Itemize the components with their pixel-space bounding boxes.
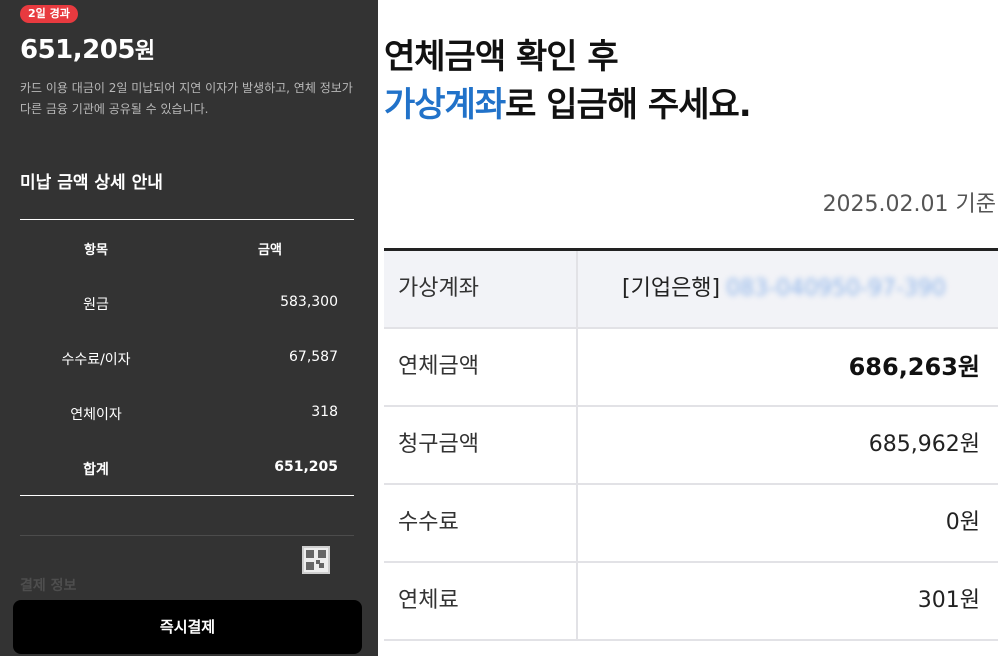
table-row: 청구금액 685,962원 [384,407,998,485]
fee-value: 0원 [945,510,980,535]
row-value-total: 651,205 [274,459,338,475]
table-top-divider [20,219,354,220]
virtual-account-panel: 연체금액 확인 후 가상계좌로 입금해 주세요. 2025.02.01 기준 가… [378,0,1000,656]
overdue-days-badge: 2일 경과 [20,5,78,23]
payment-info-label: 결제 정보 [20,578,77,594]
late-fee-label: 연체료 [384,563,578,639]
row-label-total: 합계 [83,462,109,478]
bank-name: [기업은행] [622,276,721,301]
title-highlight: 가상계좌 [384,85,506,125]
unpaid-amount-number: 651,205 [20,35,135,65]
virtual-account-value[interactable]: [기업은행] 083-040950-97-390 [622,251,946,327]
title-line2: 로 입금해 주세요. [505,85,752,125]
overdue-description: 카드 이용 대금이 2일 미납되어 지연 이자가 발생하고, 연체 정보가 다른… [20,81,353,116]
unpaid-amount-unit: 원 [134,39,155,64]
table-row: 연체료 301원 [384,563,998,641]
billed-amount-value: 685,962원 [868,432,980,457]
pay-now-button[interactable]: 즉시결제 [13,600,362,654]
overdue-amount-label: 연체금액 [384,329,578,405]
page-title: 연체금액 확인 후 가상계좌로 입금해 주세요. [384,33,752,129]
fee-label: 수수료 [384,485,578,561]
row-value-principal: 583,300 [280,294,338,310]
unpaid-amount: 651,205원 [20,33,155,65]
overdue-amount-value: 686,263원 [848,353,980,381]
table-row: 가상계좌 [기업은행] 083-040950-97-390 [384,251,998,329]
account-number: 083-040950-97-390 [726,276,946,301]
header-item: 항목 [84,243,108,258]
billed-amount-label: 청구금액 [384,407,578,483]
row-label-late-interest: 연체이자 [70,407,122,423]
title-line1: 연체금액 확인 후 [384,37,619,77]
header-amount: 금액 [258,243,282,258]
late-fee-value: 301원 [917,588,980,613]
table-row: 수수료 0원 [384,485,998,563]
table-bottom-divider [20,495,354,496]
payment-notice-panel: 2일 경과 651,205원 카드 이용 대금이 2일 미납되어 지연 이자가 … [0,0,378,656]
row-label-fee-interest: 수수료/이자 [61,352,131,368]
row-value-late-interest: 318 [311,404,338,420]
account-info-table: 가상계좌 [기업은행] 083-040950-97-390 연체금액 686,26… [384,248,998,641]
section-title: 미납 금액 상세 안내 [20,173,163,193]
table-row: 연체금액 686,263원 [384,329,998,407]
row-label-principal: 원금 [83,297,109,313]
row-value-fee-interest: 67,587 [289,349,338,365]
virtual-account-label: 가상계좌 [384,251,578,327]
qr-code-icon [302,546,330,574]
reference-date: 2025.02.01 기준 [822,192,996,217]
section-divider [20,535,354,536]
